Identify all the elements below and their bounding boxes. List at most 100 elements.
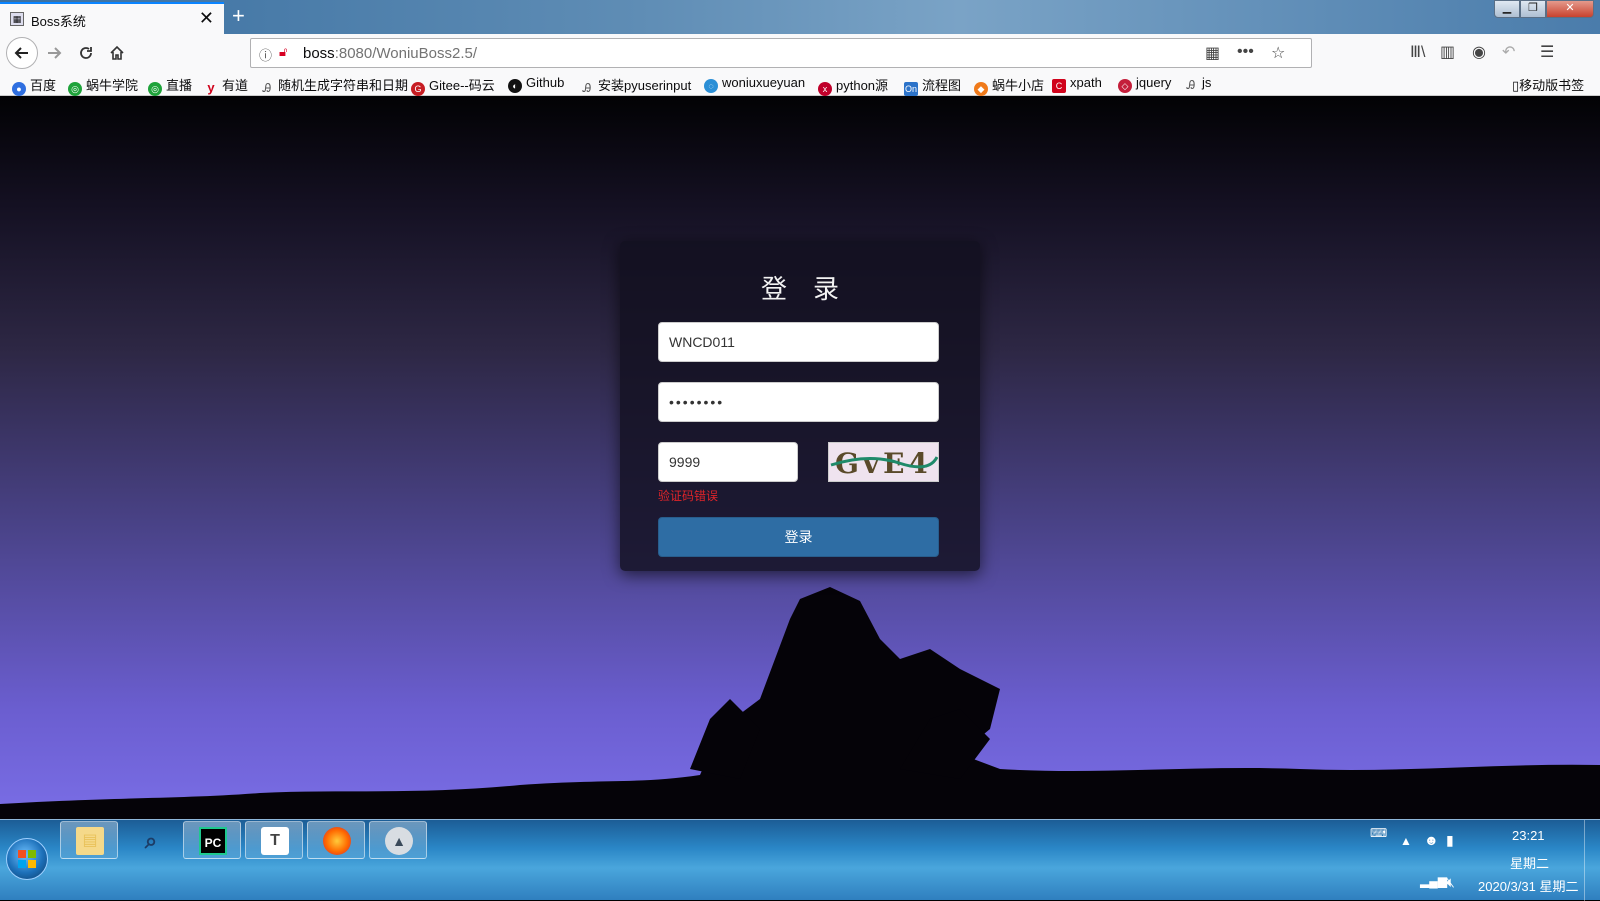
reload-icon [80, 47, 92, 59]
mobile-bookmarks[interactable]: ▯移动版书签 [1512, 75, 1584, 94]
new-tab-button[interactable]: + [232, 4, 245, 28]
bookmark-label: 安装pyuserinput [598, 78, 692, 93]
login-page: 登录 WNCD011 •••••••• 9999 GvE4 验证码错误 登录 [0, 96, 1600, 819]
github-icon: ◐ [508, 79, 522, 93]
file-explorer-icon: ▤ [76, 827, 104, 855]
account-icon[interactable]: ◉ [1472, 42, 1486, 62]
taskbar-pycharm[interactable]: PC [183, 821, 241, 859]
url-text[interactable]: boss:8080/WoniuBoss2.5/ [303, 45, 477, 62]
network-signal-icon[interactable]: ▂▄▆ [1420, 874, 1447, 888]
jquery-icon: ◇ [1118, 79, 1132, 93]
bookmark-item[interactable]: ◌ woniuxueyuan [704, 75, 805, 93]
password-input[interactable]: •••••••• [658, 382, 939, 422]
reload-button[interactable] [72, 39, 100, 67]
clock-time[interactable]: 23:21 [1512, 828, 1545, 843]
captcha-text: GvE4 [835, 447, 932, 480]
clock-date[interactable]: 2020/3/31 星期二 [1478, 876, 1578, 895]
back-arrow-icon [14, 47, 28, 59]
bookmark-item[interactable]: x python源 [818, 75, 888, 96]
taskbar-typora[interactable]: T [245, 821, 303, 859]
bookmark-item[interactable]: ◆ 蜗牛小店 [974, 75, 1044, 96]
bookmark-label: python源 [836, 78, 889, 93]
bookmark-item[interactable]: ● 百度 [12, 75, 56, 96]
show-desktop-button[interactable] [1584, 820, 1600, 901]
insecure-connection-icon[interactable]: 🔓︎ [279, 44, 287, 60]
tree-silhouette [0, 587, 1600, 819]
home-button[interactable] [103, 39, 131, 67]
tab-favicon-icon: ▦ [10, 12, 24, 26]
bookmark-label: 随机生成字符串和日期 [278, 78, 409, 93]
xpath-icon: C [1052, 79, 1066, 93]
bookmark-label: Github [526, 75, 565, 90]
woniu-icon: ◎ [68, 82, 82, 96]
bookmark-item[interactable]: G Gitee--码云 [411, 75, 495, 96]
bookmark-icon: Ꭿ [262, 81, 272, 95]
back-button[interactable] [6, 37, 38, 69]
username-input[interactable]: WNCD011 [658, 322, 939, 362]
bookmark-item[interactable]: Cxpath [1052, 75, 1102, 93]
bookmark-label: 百度 [30, 78, 57, 93]
password-value: •••••••• [669, 394, 725, 410]
bookmark-star-icon[interactable]: ☆ [1271, 43, 1285, 63]
pycharm-icon: PC [199, 827, 227, 855]
graduation-app-icon: ▲ [385, 827, 413, 855]
show-hidden-icons[interactable]: ▲ [1400, 834, 1412, 848]
bookmark-label: 直播 [166, 78, 193, 93]
sidebar-icon[interactable]: ▥ [1440, 42, 1455, 62]
bookmark-item[interactable]: Ꭿ 随机生成字符串和日期 [260, 75, 408, 95]
woniu-icon: ◎ [148, 82, 162, 96]
python-icon: x [818, 82, 832, 96]
gitee-icon: G [411, 82, 425, 96]
login-button[interactable]: 登录 [658, 517, 939, 557]
browser-tab[interactable]: ▦ Boss系统 ✕ [0, 2, 224, 34]
bookmark-label: 流程图 [922, 78, 962, 93]
windows-logo-icon [18, 850, 36, 868]
bookmark-item[interactable]: ◎ 蜗牛学院 [68, 75, 138, 96]
verification-code-value: 9999 [669, 454, 701, 470]
woniuxueyuan-icon: ◌ [704, 79, 718, 93]
bookmark-label: woniuxueyuan [722, 75, 806, 90]
taskbar-firefox[interactable]: ● [307, 821, 365, 859]
address-bar[interactable]: ⓘ 🔓︎ boss:8080/WoniuBoss2.5/ ▦ ••• ☆ [250, 38, 1312, 68]
captcha-graphic: GvE4 [829, 443, 938, 481]
taskbar-search-tool[interactable]: ⌕ [121, 821, 179, 859]
volume-muted-icon[interactable]: 🔇︎ [1446, 874, 1455, 891]
window-close-button[interactable]: ✕ [1546, 0, 1594, 18]
bookmark-label: 蜗牛小店 [992, 78, 1045, 93]
site-info-icon[interactable]: ⓘ [259, 45, 272, 64]
youdao-icon: y [207, 80, 215, 95]
window-maximize-button[interactable]: ❐ [1520, 0, 1546, 18]
bookmark-icon: Ꭿ [582, 81, 592, 95]
bookmark-item[interactable]: y 有道 [204, 75, 248, 95]
page-actions-icon[interactable]: ••• [1237, 43, 1254, 61]
bookmark-item[interactable]: On 流程图 [904, 75, 961, 96]
forward-arrow-icon [48, 47, 62, 59]
bookmark-item[interactable]: Ꭿ 安装pyuserinput [580, 75, 692, 95]
bookmark-item[interactable]: ◐ Github [508, 75, 564, 93]
battery-icon[interactable]: ▮ [1446, 832, 1454, 849]
start-button[interactable] [6, 838, 48, 880]
keyboard-icon[interactable]: ⌨ [1370, 826, 1387, 840]
menu-icon[interactable]: ☰ [1540, 42, 1554, 62]
verification-code-input[interactable]: 9999 [658, 442, 798, 482]
windows-taskbar: ▤ ⌕ PC T ● ▲ ⌨ ▲ ☻ ▮ ▂▄▆ 🔇︎ 23:21 星期二 20… [0, 819, 1600, 901]
library-icon[interactable]: Ⅲ\ [1410, 42, 1425, 62]
bookmark-item[interactable]: Ꭿjs [1184, 75, 1212, 92]
captcha-image[interactable]: GvE4 [828, 442, 939, 482]
bookmark-icon: Ꭿ [1186, 78, 1196, 92]
login-title: 登录 [760, 275, 865, 305]
window-minimize-button[interactable]: ▁ [1494, 0, 1520, 18]
baidu-icon: ● [12, 82, 26, 96]
clock-weekday[interactable]: 星期二 [1510, 853, 1549, 872]
tab-close-icon[interactable]: ✕ [199, 8, 214, 28]
bookmark-item[interactable]: ◇ jquery [1118, 75, 1171, 93]
qr-code-icon[interactable]: ▦ [1205, 43, 1220, 63]
bookmark-item[interactable]: ◎ 直播 [148, 75, 192, 96]
taskbar-file-explorer[interactable]: ▤ [60, 821, 118, 859]
undo-icon[interactable]: ↶ [1502, 42, 1515, 62]
home-icon [110, 45, 124, 60]
qq-icon[interactable]: ☻ [1424, 832, 1439, 848]
taskbar-graduation-app[interactable]: ▲ [369, 821, 427, 859]
forward-button[interactable] [40, 39, 68, 67]
bookmark-label: Gitee--码云 [429, 78, 495, 93]
